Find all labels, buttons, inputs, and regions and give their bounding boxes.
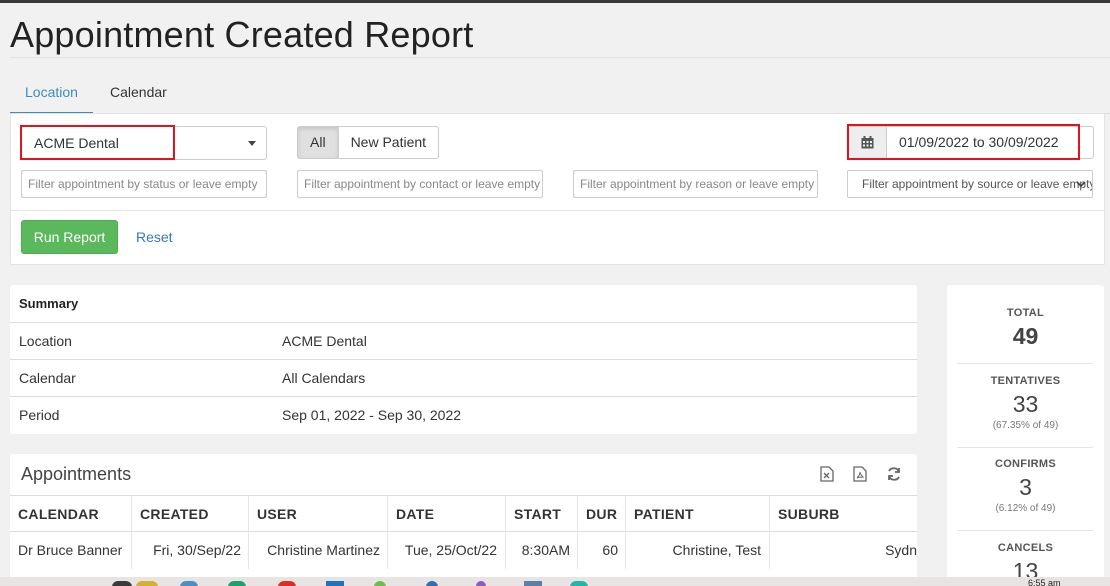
- stat-value: 3: [1019, 474, 1032, 500]
- appointments-toolbar: [820, 466, 904, 484]
- source-filter-select[interactable]: Filter appointment by source or leave em…: [847, 170, 1093, 198]
- table-cell: Sydn: [769, 532, 917, 569]
- taskbar-app-icon[interactable]: [524, 581, 542, 586]
- table-cell: 8:30AM: [505, 532, 577, 569]
- filter-panel: ACME Dental All New Patient 01/09/2022 t…: [10, 113, 1105, 265]
- tab-location[interactable]: Location: [10, 72, 93, 114]
- table-cell: Fri, 30/Sep/22: [131, 532, 248, 569]
- panel-divider: [11, 210, 1104, 211]
- stat-confirms: CONFIRMS 3 (6.12% of 49): [947, 458, 1104, 514]
- summary-panel: Summary Location ACME Dental Calendar Al…: [10, 285, 917, 434]
- table-cell: Dr Bruce Banner: [18, 542, 123, 558]
- taskbar-app-icon[interactable]: [326, 581, 344, 586]
- table-header: CALENDAR CREATED USER DATE START DUR PAT…: [10, 495, 917, 532]
- reason-filter-input[interactable]: Filter appointment by reason or leave em…: [573, 170, 818, 198]
- taskbar-app-icon[interactable]: [374, 581, 386, 586]
- taskbar-app-icon[interactable]: [180, 581, 198, 586]
- all-patients-button[interactable]: All: [297, 126, 338, 159]
- column-header[interactable]: SUBURB: [769, 496, 917, 532]
- status-filter-input[interactable]: Filter appointment by status or leave em…: [21, 170, 267, 198]
- window-top-border: [0, 0, 1110, 3]
- stat-divider: [957, 530, 1093, 531]
- stat-divider: [957, 363, 1093, 364]
- stat-label: CANCELS: [997, 542, 1054, 554]
- summary-row: Period Sep 01, 2022 - Sep 30, 2022: [10, 396, 917, 433]
- chevron-down-icon: [248, 141, 256, 146]
- stat-label: TOTAL: [1006, 307, 1045, 319]
- taskbar-app-icon[interactable]: [112, 581, 132, 586]
- column-header[interactable]: CREATED: [131, 496, 248, 532]
- taskbar-clock[interactable]: 6:55 am: [1028, 578, 1061, 586]
- highlight-annotation: [20, 125, 175, 160]
- table-cell: Christine, Test: [625, 532, 769, 569]
- appointments-panel: Appointments CALENDAR CREATED USER DATE …: [10, 454, 917, 586]
- column-header[interactable]: DUR: [577, 496, 625, 532]
- stats-panel: TOTAL 49 TENTATIVES 33 (67.35% of 49) CO…: [947, 285, 1104, 586]
- stat-value: 49: [1012, 323, 1039, 349]
- stat-percent: (67.35% of 49): [992, 420, 1059, 431]
- tab-calendar[interactable]: Calendar: [95, 72, 182, 114]
- summary-row: Calendar All Calendars: [10, 359, 917, 396]
- chevron-down-icon: [1076, 181, 1086, 188]
- taskbar-app-icon[interactable]: [228, 581, 246, 586]
- stat-total: TOTAL 49: [947, 307, 1104, 350]
- table-cell: Christine Martinez: [248, 532, 387, 569]
- reset-link[interactable]: Reset: [136, 229, 173, 245]
- table-cell: Tue, 25/Oct/22: [387, 532, 505, 569]
- column-header[interactable]: DATE: [387, 496, 505, 532]
- summary-key: Location: [19, 333, 72, 349]
- summary-row: Location ACME Dental: [10, 322, 917, 359]
- export-pdf-icon[interactable]: [853, 466, 871, 484]
- highlight-annotation: [847, 124, 1080, 160]
- patient-type-toggle: All New Patient: [297, 126, 440, 159]
- page-title: Appointment Created Report: [10, 14, 474, 55]
- refresh-icon[interactable]: [886, 466, 904, 484]
- taskbar-app-icon[interactable]: [278, 581, 296, 586]
- os-taskbar: 6:55 am: [0, 577, 1110, 586]
- report-tabs: Location Calendar: [10, 72, 1110, 114]
- title-divider: [10, 57, 1110, 58]
- column-header[interactable]: USER: [248, 496, 387, 532]
- stat-label: TENTATIVES: [990, 375, 1061, 387]
- column-header[interactable]: START: [505, 496, 577, 532]
- summary-value: ACME Dental: [282, 333, 367, 349]
- stat-percent: (6.12% of 49): [995, 503, 1056, 514]
- contact-filter-input[interactable]: Filter appointment by contact or leave e…: [297, 170, 543, 198]
- appointments-title: Appointments: [21, 464, 132, 484]
- table-row[interactable]: Dr Bruce Banner Fri, 30/Sep/22 Christine…: [10, 532, 917, 569]
- summary-key: Calendar: [19, 370, 76, 386]
- taskbar-app-icon[interactable]: [570, 581, 588, 586]
- summary-key: Period: [19, 407, 60, 423]
- stat-value: 33: [1012, 391, 1039, 417]
- table-cell: 60: [577, 532, 625, 569]
- stat-divider: [957, 447, 1093, 448]
- taskbar-app-icon[interactable]: [476, 581, 486, 586]
- summary-value: Sep 01, 2022 - Sep 30, 2022: [282, 407, 462, 423]
- stat-label: CONFIRMS: [994, 458, 1057, 470]
- run-report-button[interactable]: Run Report: [21, 220, 118, 254]
- column-header[interactable]: CALENDAR: [10, 496, 131, 532]
- taskbar-app-icon[interactable]: [426, 581, 438, 586]
- new-patient-button[interactable]: New Patient: [337, 126, 440, 159]
- column-header[interactable]: PATIENT: [625, 496, 769, 532]
- summary-value: All Calendars: [282, 370, 366, 386]
- stat-tentatives: TENTATIVES 33 (67.35% of 49): [947, 375, 1104, 431]
- summary-heading: Summary: [19, 296, 79, 311]
- export-excel-icon[interactable]: [820, 466, 838, 484]
- taskbar-app-icon[interactable]: [136, 581, 158, 586]
- source-filter-placeholder: Filter appointment by source or leave em…: [862, 177, 1093, 191]
